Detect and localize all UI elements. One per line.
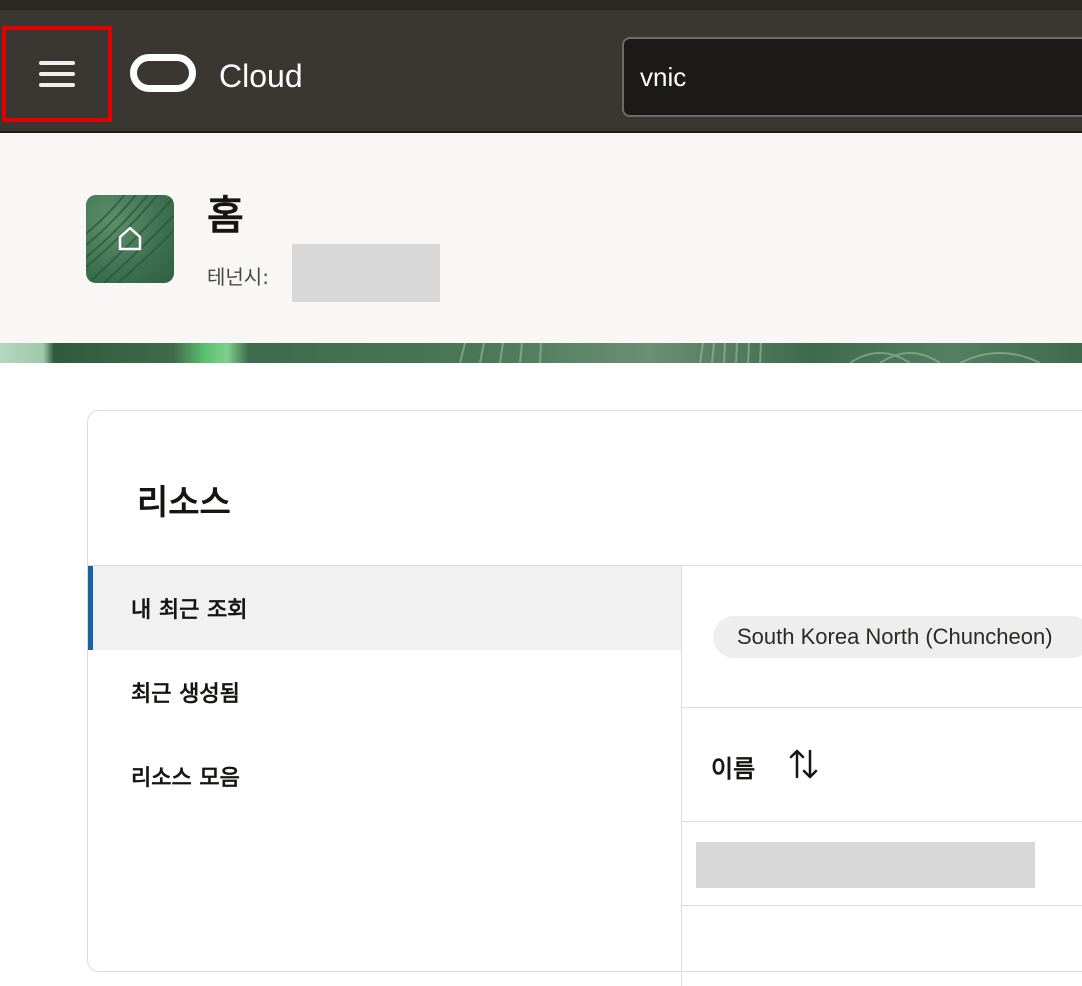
resources-title: 리소스 bbox=[137, 483, 231, 523]
divider bbox=[682, 707, 1082, 708]
search-input[interactable] bbox=[640, 61, 1040, 93]
resources-card: 리소스 내 최근 조회 최근 생성됨 리소스 모음 South Korea No… bbox=[87, 410, 1082, 986]
divider bbox=[682, 821, 1082, 822]
home-tile bbox=[86, 195, 174, 283]
sort-arrows-icon[interactable] bbox=[788, 747, 820, 781]
region-filter-chip[interactable]: South Korea North (Chuncheon) bbox=[713, 616, 1082, 658]
nav-item-recent-views[interactable]: 내 최근 조회 bbox=[88, 566, 681, 650]
navigation-menu-button[interactable] bbox=[2, 26, 112, 122]
top-nav-bar: Cloud bbox=[0, 0, 1082, 133]
tenancy-label: 테넌시: bbox=[207, 265, 269, 289]
decorative-banner bbox=[0, 343, 1082, 363]
divider bbox=[682, 905, 1082, 906]
table-row-redacted[interactable] bbox=[696, 842, 1035, 888]
fingerprint-pattern-icon bbox=[86, 195, 174, 283]
banner-pattern-icon bbox=[459, 343, 1041, 363]
divider bbox=[681, 566, 682, 986]
resources-side-nav: 내 최근 조회 최근 생성됨 리소스 모음 bbox=[88, 566, 681, 818]
tenancy-value-redacted bbox=[292, 244, 440, 302]
home-icon bbox=[118, 226, 142, 251]
search-box[interactable] bbox=[622, 37, 1082, 117]
oracle-logo-icon[interactable] bbox=[130, 54, 196, 92]
page-title: 홈 bbox=[207, 193, 244, 239]
page-header: 홈 테넌시: bbox=[0, 133, 1082, 343]
brand-label[interactable]: Cloud bbox=[219, 58, 303, 95]
nav-item-resource-collections[interactable]: 리소스 모음 bbox=[88, 734, 681, 818]
hamburger-menu-icon bbox=[39, 61, 75, 87]
column-header-name[interactable]: 이름 bbox=[711, 749, 755, 784]
nav-item-recently-created[interactable]: 최근 생성됨 bbox=[88, 650, 681, 734]
